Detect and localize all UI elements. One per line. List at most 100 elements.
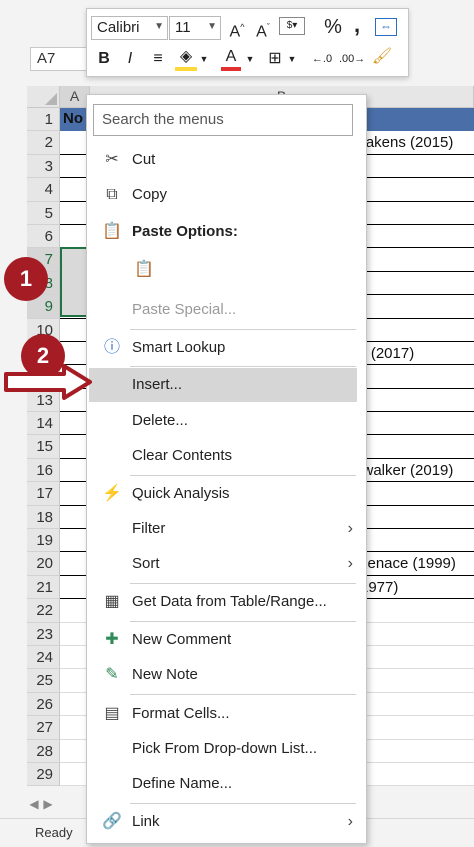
menu-item-label: Clear Contents xyxy=(132,447,233,464)
chevron-right-icon: › xyxy=(347,520,353,537)
menu-item-label: Quick Analysis xyxy=(132,485,230,502)
chevron-down-icon[interactable]: ▼ xyxy=(287,49,297,69)
row-header[interactable]: 22 xyxy=(27,599,60,623)
row-header[interactable]: 15 xyxy=(27,435,60,459)
decrease-decimal-icon[interactable]: .00→ xyxy=(339,49,365,69)
menu-item-clear-contents[interactable]: Clear Contents xyxy=(89,439,357,473)
pointer-arrow-icon xyxy=(4,364,92,400)
chevron-down-icon: ▼ xyxy=(207,21,217,32)
row-header[interactable]: 14 xyxy=(27,412,60,436)
align-center-icon[interactable]: ≡ xyxy=(149,49,167,69)
chevron-down-icon[interactable]: ▼ xyxy=(199,49,209,69)
next-sheet-icon[interactable]: ▶ xyxy=(41,793,55,815)
borders-icon[interactable]: ⊞ xyxy=(265,49,285,69)
new-comment-icon: ✚ xyxy=(105,631,119,648)
prev-sheet-icon[interactable]: ◀ xyxy=(27,793,41,815)
menu-item-label: Insert... xyxy=(132,376,183,393)
accounting-format-icon[interactable]: $▾ xyxy=(279,17,305,35)
row-header[interactable]: 24 xyxy=(27,645,60,670)
menu-item-quick-analysis[interactable]: ⚡ Quick Analysis xyxy=(89,477,357,511)
context-menu: Search the menus ✂ Cut ⧉ Copy 📋 Paste Optio… xyxy=(86,94,367,844)
row-header[interactable]: 6 xyxy=(27,224,60,249)
menu-separator xyxy=(130,694,356,695)
row-header[interactable]: 4 xyxy=(27,178,60,202)
menu-item-smart-lookup[interactable]: ⓘ Smart Lookup xyxy=(89,331,357,365)
increase-decimal-icon[interactable]: ←.0 xyxy=(309,49,335,69)
decrease-font-icon[interactable]: Aˇ xyxy=(253,17,273,42)
row-header[interactable]: 16 xyxy=(27,458,60,483)
row-header[interactable]: 1 xyxy=(27,108,60,132)
chevron-down-icon: ▼ xyxy=(154,21,164,32)
menu-separator xyxy=(130,621,356,622)
menu-item-label: New Note xyxy=(132,666,198,683)
menu-item-insert[interactable]: Insert... xyxy=(89,368,357,402)
table-icon: ▦ xyxy=(104,593,120,610)
row-header[interactable]: 26 xyxy=(27,692,60,717)
link-icon: 🔗 xyxy=(102,813,122,830)
font-color-icon[interactable]: A xyxy=(221,47,241,71)
italic-icon[interactable]: I xyxy=(123,49,137,69)
menu-separator xyxy=(130,583,356,584)
menu-item-pick-from-list[interactable]: Pick From Drop-down List... xyxy=(89,732,357,766)
row-headers: 1 2 3 4 5 6 7 8 9 10 11 12 13 14 15 16 1… xyxy=(27,108,60,787)
menu-item-paste-special: Paste Special... xyxy=(89,293,357,327)
menu-item-label: Smart Lookup xyxy=(132,339,226,356)
row-header[interactable]: 18 xyxy=(27,505,60,530)
row-header[interactable]: 27 xyxy=(27,716,60,740)
menu-item-label: Get Data from Table/Range... xyxy=(132,593,327,610)
menu-item-link[interactable]: 🔗 Link › xyxy=(89,805,357,839)
row-header[interactable]: 28 xyxy=(27,739,60,763)
menu-item-define-name[interactable]: Define Name... xyxy=(89,767,357,801)
row-header[interactable]: 2 xyxy=(27,131,60,155)
select-all-corner[interactable] xyxy=(27,86,60,108)
bold-icon[interactable]: B xyxy=(97,49,111,69)
font-size-value: 11 xyxy=(175,19,191,36)
row-header[interactable]: 23 xyxy=(27,622,60,646)
scissors-icon: ✂ xyxy=(105,151,119,168)
menu-item-label: New Comment xyxy=(132,631,232,648)
menu-item-cut[interactable]: ✂ Cut xyxy=(89,143,357,177)
menu-item-label: Pick From Drop-down List... xyxy=(132,740,318,757)
fill-color-icon[interactable]: ◈ xyxy=(175,47,197,71)
row-header[interactable]: 25 xyxy=(27,669,60,693)
name-box[interactable]: A7 xyxy=(30,47,92,71)
row-header[interactable]: 21 xyxy=(27,575,60,600)
cell-text[interactable]: ywalker (2019) xyxy=(355,459,453,482)
menu-item-delete[interactable]: Delete... xyxy=(89,404,357,438)
font-name-select[interactable]: Calibri ▼ xyxy=(91,16,168,40)
menu-item-get-data[interactable]: ▦ Get Data from Table/Range... xyxy=(89,585,357,619)
menu-item-new-comment[interactable]: ✚ New Comment xyxy=(89,623,357,657)
row-header[interactable]: 5 xyxy=(27,201,60,225)
row-header[interactable]: 3 xyxy=(27,154,60,179)
menu-item-sort[interactable]: Sort › xyxy=(89,547,357,581)
format-painter-icon[interactable]: 🖌 xyxy=(371,47,393,67)
menu-item-format-cells[interactable]: ▤ Format Cells... xyxy=(89,697,357,731)
merge-center-icon[interactable]: ⇔ xyxy=(375,18,397,36)
menu-item-copy[interactable]: ⧉ Copy xyxy=(89,178,357,212)
step-1-badge: 1 xyxy=(4,257,48,301)
menu-item-label: Link xyxy=(132,813,160,830)
menu-separator xyxy=(130,329,356,330)
chevron-down-icon[interactable]: ▼ xyxy=(245,49,255,69)
status-text: Ready xyxy=(35,825,73,840)
row-header[interactable]: 20 xyxy=(27,552,60,576)
cell-text[interactable]: Menace (1999) xyxy=(355,552,456,575)
menu-item-label: Format Cells... xyxy=(132,705,230,722)
sheet-tab-nav: ◀ ▶ xyxy=(27,793,87,815)
menu-item-filter[interactable]: Filter › xyxy=(89,512,357,546)
row-header[interactable]: 29 xyxy=(27,762,60,787)
row-header[interactable]: 17 xyxy=(27,482,60,506)
cell-text[interactable]: wakens (2015) xyxy=(355,131,453,154)
row-header[interactable]: 19 xyxy=(27,529,60,553)
table-header-cell[interactable]: No xyxy=(63,110,83,127)
percent-icon[interactable]: % xyxy=(323,17,343,37)
search-menus-input[interactable]: Search the menus xyxy=(93,104,353,136)
format-cells-icon: ▤ xyxy=(104,705,120,722)
menu-item-new-note[interactable]: ✎ New Note xyxy=(89,658,357,692)
menu-separator xyxy=(130,475,356,476)
increase-font-icon[interactable]: A^ xyxy=(227,17,247,42)
paste-option-button[interactable]: 📋 xyxy=(89,253,357,289)
comma-style-icon[interactable]: , xyxy=(350,14,364,36)
menu-item-label: Paste Special... xyxy=(132,301,237,318)
font-size-select[interactable]: 11 ▼ xyxy=(169,16,221,40)
